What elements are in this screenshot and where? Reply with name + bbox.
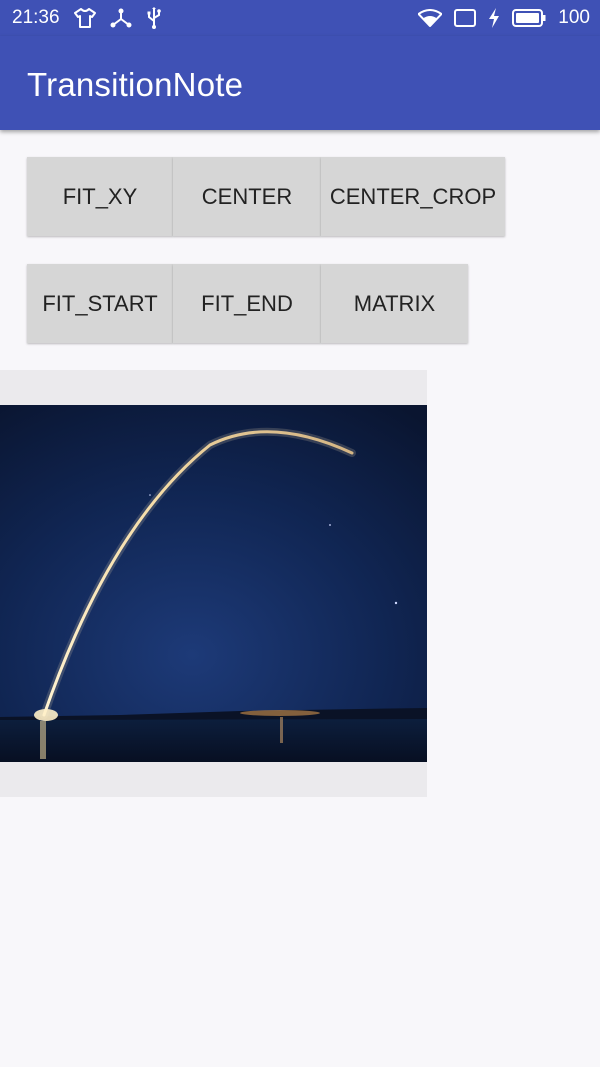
status-right: 100 xyxy=(418,7,590,29)
status-left: 21:36 xyxy=(12,7,162,29)
tshirt-icon xyxy=(73,8,96,28)
screen-cast-icon xyxy=(454,9,477,27)
center-crop-button[interactable]: CENTER_CROP xyxy=(321,157,505,236)
app-title: TransitionNote xyxy=(27,66,244,103)
charging-icon xyxy=(488,8,500,28)
scale-type-row-2: FIT_START FIT_END MATRIX xyxy=(27,264,468,343)
wifi-icon xyxy=(418,9,443,27)
fit-start-button[interactable]: FIT_START xyxy=(27,264,173,343)
battery-level: 100 xyxy=(558,7,590,28)
matrix-button[interactable]: MATRIX xyxy=(321,264,468,343)
scale-type-row-1: FIT_XY CENTER CENTER_CROP xyxy=(27,157,505,236)
image-view[interactable] xyxy=(0,370,427,797)
usb-network-icon xyxy=(110,8,132,28)
fit-xy-button[interactable]: FIT_XY xyxy=(27,157,173,236)
center-button[interactable]: CENTER xyxy=(173,157,321,236)
fit-end-button[interactable]: FIT_END xyxy=(173,264,321,343)
app-bar: TransitionNote xyxy=(0,36,600,130)
battery-icon xyxy=(512,9,546,27)
status-bar: 21:36 100 xyxy=(0,0,600,36)
rocket-launch-image xyxy=(0,405,427,762)
usb-icon xyxy=(146,7,162,29)
status-time: 21:36 xyxy=(12,7,60,28)
